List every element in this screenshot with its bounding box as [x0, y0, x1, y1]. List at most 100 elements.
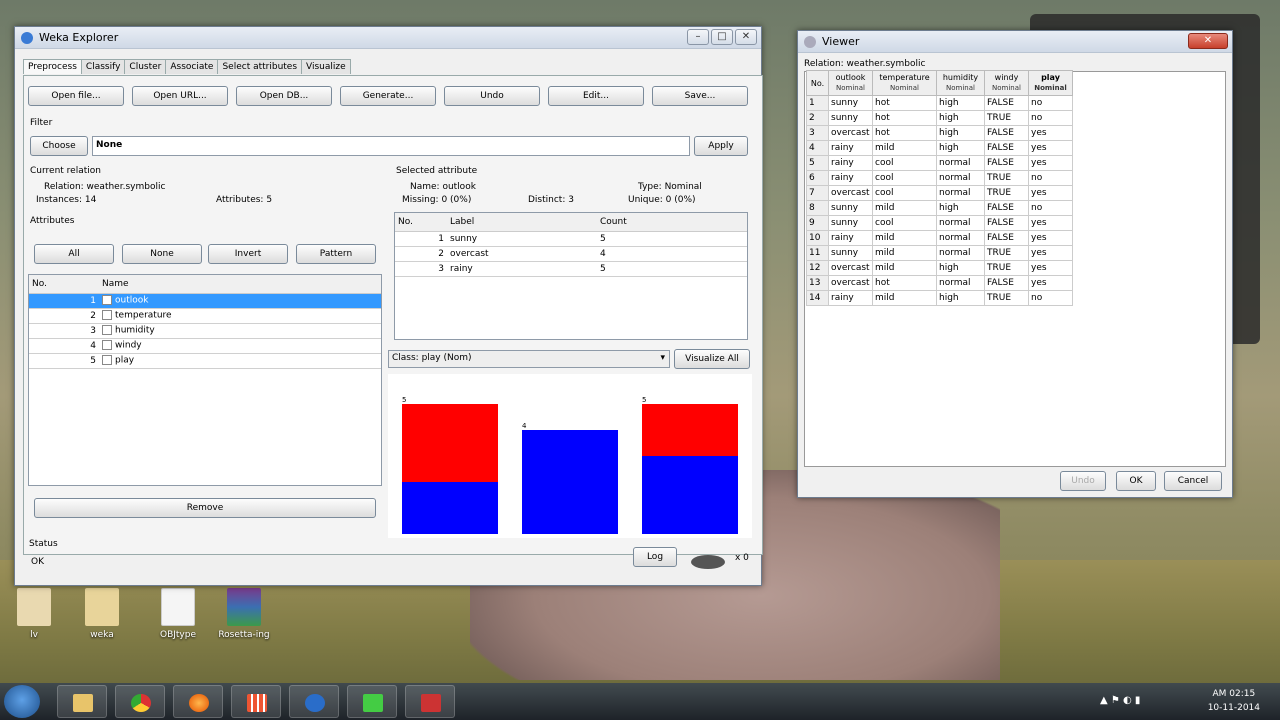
weka-titlebar[interactable]: Weka Explorer – □ ✕: [15, 27, 761, 49]
label-row[interactable]: 2 overcast 4: [395, 246, 747, 262]
attribute-checkbox[interactable]: [102, 340, 112, 351]
open-file-button[interactable]: Open file...: [28, 86, 124, 106]
viewer-cell-outlook[interactable]: overcast: [828, 260, 873, 276]
viewer-cell-play[interactable]: yes: [1028, 125, 1073, 141]
taskbar-weka[interactable]: [289, 685, 339, 718]
viewer-cell-no[interactable]: 4: [806, 140, 829, 156]
viewer-cell-no[interactable]: 13: [806, 275, 829, 291]
viewer-row[interactable]: 14 rainy mild high TRUE no: [806, 290, 1073, 306]
viewer-row[interactable]: 11 sunny mild normal TRUE yes: [806, 245, 1073, 261]
viewer-cell-windy[interactable]: TRUE: [984, 170, 1029, 186]
taskbar-app-1[interactable]: [347, 685, 397, 718]
viewer-cell-play[interactable]: no: [1028, 290, 1073, 306]
viewer-cell-play[interactable]: yes: [1028, 275, 1073, 291]
viewer-cell-windy[interactable]: TRUE: [984, 290, 1029, 306]
generate-button[interactable]: Generate...: [340, 86, 436, 106]
viewer-undo-button[interactable]: Undo: [1060, 471, 1106, 491]
edit-button[interactable]: Edit...: [548, 86, 644, 106]
viewer-cell-temperature[interactable]: cool: [872, 155, 937, 171]
viewer-cell-humidity[interactable]: high: [936, 110, 985, 126]
viewer-cell-play[interactable]: yes: [1028, 215, 1073, 231]
viewer-row[interactable]: 4 rainy mild high FALSE yes: [806, 140, 1073, 156]
viewer-cell-humidity[interactable]: high: [936, 95, 985, 111]
viewer-close-button[interactable]: ✕: [1188, 33, 1228, 49]
select-none-button[interactable]: None: [122, 244, 202, 264]
viewer-cell-play[interactable]: yes: [1028, 155, 1073, 171]
viewer-cell-no[interactable]: 7: [806, 185, 829, 201]
viewer-row[interactable]: 1 sunny hot high FALSE no: [806, 95, 1073, 111]
taskbar-firefox[interactable]: [173, 685, 223, 718]
viewer-cell-outlook[interactable]: rainy: [828, 155, 873, 171]
close-button[interactable]: ✕: [735, 29, 757, 45]
visualize-all-button[interactable]: Visualize All: [674, 349, 750, 369]
viewer-cell-play[interactable]: yes: [1028, 185, 1073, 201]
attribute-checkbox[interactable]: [102, 325, 112, 336]
filter-field[interactable]: None: [92, 136, 690, 156]
viewer-row[interactable]: 2 sunny hot high TRUE no: [806, 110, 1073, 126]
attribute-checkbox[interactable]: [102, 355, 112, 366]
viewer-cell-temperature[interactable]: mild: [872, 140, 937, 156]
viewer-cell-play[interactable]: no: [1028, 200, 1073, 216]
attribute-checkbox[interactable]: [102, 310, 112, 321]
open-db-button[interactable]: Open DB...: [236, 86, 332, 106]
viewer-cell-outlook[interactable]: rainy: [828, 170, 873, 186]
viewer-cell-temperature[interactable]: mild: [872, 290, 937, 306]
viewer-row[interactable]: 3 overcast hot high FALSE yes: [806, 125, 1073, 141]
viewer-cell-humidity[interactable]: high: [936, 260, 985, 276]
viewer-col-play[interactable]: play Nominal: [1028, 70, 1073, 96]
viewer-cell-outlook[interactable]: rainy: [828, 140, 873, 156]
desktop-icon-lv[interactable]: lv: [2, 588, 66, 640]
viewer-cell-temperature[interactable]: mild: [872, 200, 937, 216]
tab-preprocess[interactable]: Preprocess: [23, 59, 82, 74]
viewer-cell-outlook[interactable]: rainy: [828, 290, 873, 306]
desktop-icon-weka[interactable]: weka: [70, 588, 134, 640]
label-row[interactable]: 3 rainy 5: [395, 261, 747, 277]
viewer-cell-play[interactable]: yes: [1028, 245, 1073, 261]
viewer-row[interactable]: 10 rainy mild normal FALSE yes: [806, 230, 1073, 246]
tab-cluster[interactable]: Cluster: [124, 59, 167, 74]
invert-button[interactable]: Invert: [208, 244, 288, 264]
viewer-cell-no[interactable]: 14: [806, 290, 829, 306]
viewer-row[interactable]: 6 rainy cool normal TRUE no: [806, 170, 1073, 186]
viewer-ok-button[interactable]: OK: [1116, 471, 1156, 491]
viewer-row[interactable]: 12 overcast mild high TRUE yes: [806, 260, 1073, 276]
viewer-cell-windy[interactable]: FALSE: [984, 125, 1029, 141]
remove-button[interactable]: Remove: [34, 498, 376, 518]
viewer-cell-windy[interactable]: TRUE: [984, 110, 1029, 126]
viewer-cell-outlook[interactable]: rainy: [828, 230, 873, 246]
minimize-button[interactable]: –: [687, 29, 709, 45]
viewer-cell-humidity[interactable]: normal: [936, 275, 985, 291]
taskbar-explorer[interactable]: [57, 685, 107, 718]
viewer-cell-humidity[interactable]: high: [936, 125, 985, 141]
attribute-row[interactable]: 5 play: [29, 353, 381, 369]
viewer-cell-humidity[interactable]: high: [936, 290, 985, 306]
viewer-col-humidity[interactable]: humidity Nominal: [936, 70, 985, 96]
viewer-row[interactable]: 9 sunny cool normal FALSE yes: [806, 215, 1073, 231]
viewer-cell-windy[interactable]: FALSE: [984, 140, 1029, 156]
filter-apply-button[interactable]: Apply: [694, 136, 748, 156]
class-select[interactable]: Class: play (Nom) ▾: [388, 350, 670, 368]
viewer-cell-no[interactable]: 5: [806, 155, 829, 171]
viewer-col-outlook[interactable]: outlook Nominal: [828, 70, 873, 96]
filter-choose-button[interactable]: Choose: [30, 136, 88, 156]
viewer-cell-temperature[interactable]: cool: [872, 170, 937, 186]
tray-icons[interactable]: ▲ ⚑ ◐ ▮: [1100, 695, 1140, 706]
tab-associate[interactable]: Associate: [165, 59, 219, 74]
attribute-checkbox[interactable]: [102, 295, 112, 306]
viewer-cell-outlook[interactable]: overcast: [828, 275, 873, 291]
viewer-cell-play[interactable]: yes: [1028, 140, 1073, 156]
viewer-cell-no[interactable]: 3: [806, 125, 829, 141]
select-all-button[interactable]: All: [34, 244, 114, 264]
viewer-cell-no[interactable]: 12: [806, 260, 829, 276]
viewer-cell-play[interactable]: no: [1028, 170, 1073, 186]
taskbar-chrome[interactable]: [115, 685, 165, 718]
viewer-cell-outlook[interactable]: overcast: [828, 125, 873, 141]
viewer-cell-no[interactable]: 2: [806, 110, 829, 126]
viewer-cell-temperature[interactable]: hot: [872, 125, 937, 141]
viewer-cell-humidity[interactable]: normal: [936, 155, 985, 171]
viewer-cell-play[interactable]: yes: [1028, 260, 1073, 276]
viewer-cell-outlook[interactable]: sunny: [828, 200, 873, 216]
maximize-button[interactable]: □: [711, 29, 733, 45]
desktop-icon-objtype[interactable]: OBJtype: [146, 588, 210, 640]
viewer-cell-temperature[interactable]: mild: [872, 245, 937, 261]
